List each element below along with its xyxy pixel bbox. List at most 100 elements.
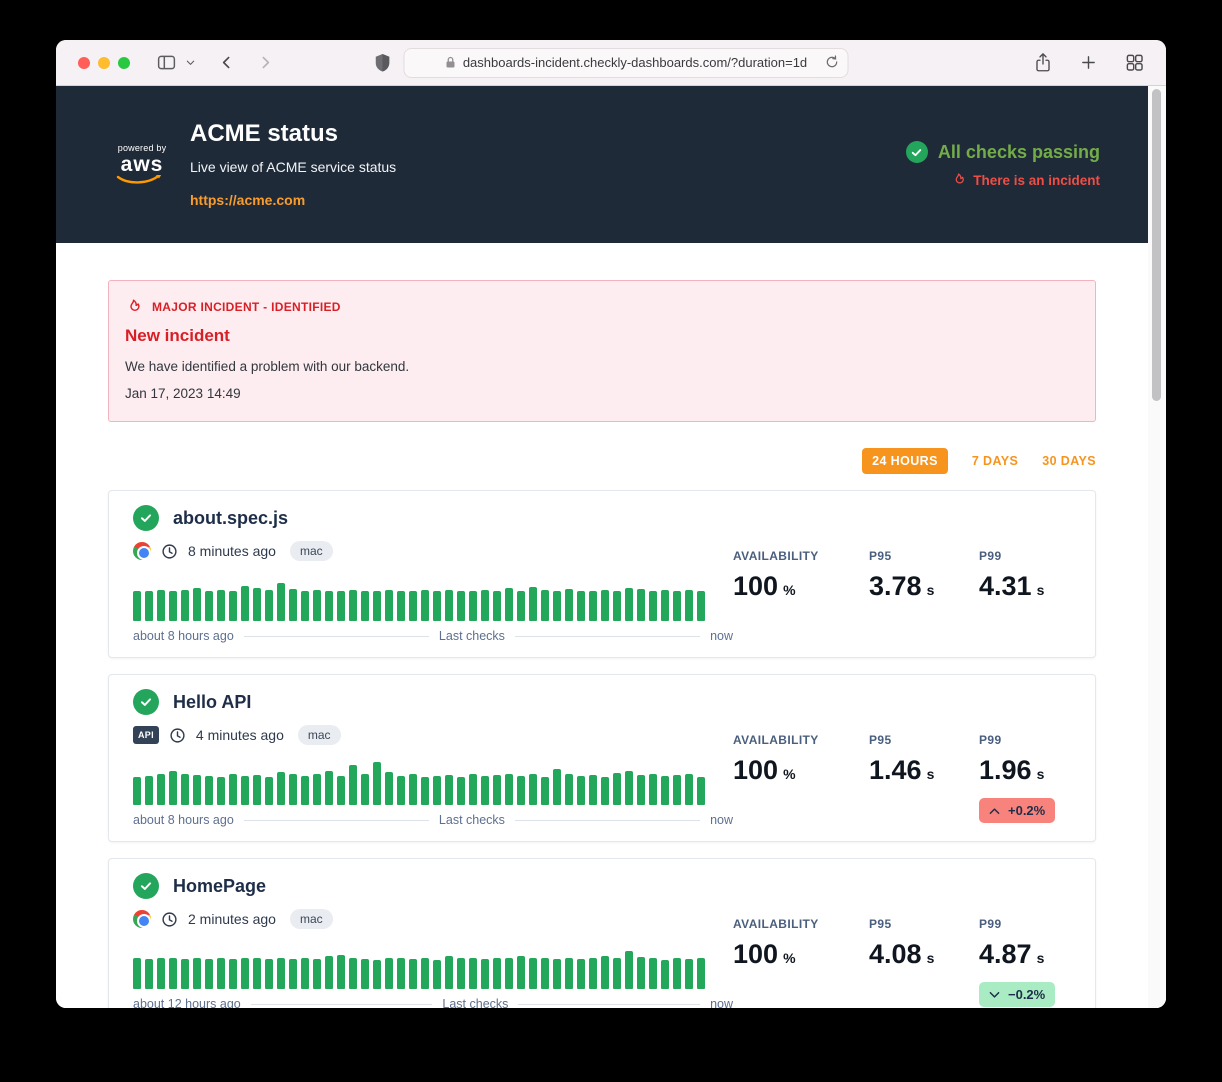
chart-axis: about 12 hours ago Last checks now: [133, 997, 733, 1008]
status-page-header: powered by aws ACME status Live view of …: [56, 86, 1148, 243]
availability-label: AVAILABILITY: [733, 549, 865, 563]
availability-label: AVAILABILITY: [733, 917, 865, 931]
page-title: ACME status: [190, 120, 396, 148]
check-history-bar-chart[interactable]: [133, 575, 733, 621]
back-button-icon[interactable]: [218, 54, 235, 71]
range-24-hours-button[interactable]: 24 HOURS: [862, 448, 948, 474]
tab-overview-icon[interactable]: [1125, 53, 1144, 72]
axis-start-label: about 8 hours ago: [133, 813, 234, 827]
availability-value: 100%: [733, 571, 865, 602]
check-passing-icon: [133, 689, 159, 715]
time-range-selector: 24 HOURS 7 DAYS 30 DAYS: [108, 448, 1096, 474]
last-run-label: 2 minutes ago: [188, 911, 276, 927]
p99-value: 4.31s: [979, 571, 1071, 602]
browser-toolbar: dashboards-incident.checkly-dashboards.c…: [56, 40, 1166, 86]
aws-smile-icon: [116, 175, 162, 186]
aws-logo-brand: aws: [116, 154, 168, 175]
incident-status-label[interactable]: There is an incident: [973, 173, 1100, 188]
window-controls: [78, 57, 130, 69]
check-name: HomePage: [173, 876, 266, 897]
range-7-days-button[interactable]: 7 DAYS: [972, 454, 1018, 468]
site-link[interactable]: https://acme.com: [190, 192, 305, 208]
scrollbar-thumb[interactable]: [1152, 89, 1161, 401]
page-subtitle: Live view of ACME service status: [190, 159, 396, 175]
privacy-shield-icon[interactable]: [374, 53, 392, 73]
axis-mid-label: Last checks: [439, 629, 505, 643]
p95-value: 3.78s: [869, 571, 975, 602]
axis-mid-label: Last checks: [439, 813, 505, 827]
chrome-browser-icon: [133, 542, 151, 560]
axis-start-label: about 8 hours ago: [133, 629, 234, 643]
p99-value: 1.96s: [979, 755, 1071, 786]
axis-start-label: about 12 hours ago: [133, 997, 241, 1008]
browser-window: dashboards-incident.checkly-dashboards.c…: [56, 40, 1166, 1008]
aws-logo-powered-by: powered by: [116, 143, 168, 153]
axis-end-label: now: [710, 629, 733, 643]
p95-value: 4.08s: [869, 939, 975, 970]
url-text: dashboards-incident.checkly-dashboards.c…: [463, 55, 807, 70]
last-run-label: 4 minutes ago: [196, 727, 284, 743]
check-name: Hello API: [173, 692, 251, 713]
incident-timestamp: Jan 17, 2023 14:49: [125, 386, 1079, 401]
chevron-up-icon: [989, 807, 1000, 815]
p99-value: 4.87s: [979, 939, 1071, 970]
location-badge: mac: [290, 909, 333, 929]
minimize-window-button[interactable]: [98, 57, 110, 69]
location-badge: mac: [290, 541, 333, 561]
page-scrollbar[interactable]: [1148, 86, 1166, 1008]
clock-icon: [161, 543, 178, 560]
share-icon[interactable]: [1034, 52, 1052, 73]
chevron-down-icon: [989, 991, 1000, 999]
forward-button-icon[interactable]: [257, 54, 274, 71]
chrome-browser-icon: [133, 910, 151, 928]
availability-label: AVAILABILITY: [733, 733, 865, 747]
zoom-window-button[interactable]: [118, 57, 130, 69]
last-run-label: 8 minutes ago: [188, 543, 276, 559]
p99-label: P99: [979, 549, 1071, 563]
all-passing-label: All checks passing: [938, 142, 1100, 163]
check-card-about-spec-js: about.spec.js 8 minutes ago mac: [108, 490, 1096, 658]
axis-end-label: now: [710, 813, 733, 827]
close-window-button[interactable]: [78, 57, 90, 69]
incident-kicker: MAJOR INCIDENT - IDENTIFIED: [152, 300, 341, 314]
sidebar-toggle-icon[interactable]: [156, 52, 177, 73]
chart-axis: about 8 hours ago Last checks now: [133, 629, 733, 643]
p95-label: P95: [869, 917, 975, 931]
axis-end-label: now: [710, 997, 733, 1008]
incident-title: New incident: [125, 326, 1079, 346]
range-30-days-button[interactable]: 30 DAYS: [1042, 454, 1096, 468]
p99-trend-badge-down: −0.2%: [979, 982, 1055, 1007]
p99-trend-badge-up: +0.2%: [979, 798, 1055, 823]
availability-value: 100%: [733, 939, 865, 970]
p95-label: P95: [869, 733, 975, 747]
check-history-bar-chart[interactable]: [133, 759, 733, 805]
lock-icon: [445, 56, 457, 69]
all-passing-check-icon: [906, 141, 928, 163]
api-type-badge: API: [133, 726, 159, 744]
aws-logo: powered by aws: [116, 143, 168, 186]
check-history-bar-chart[interactable]: [133, 943, 733, 989]
new-tab-icon[interactable]: [1080, 54, 1097, 71]
address-bar[interactable]: dashboards-incident.checkly-dashboards.c…: [404, 48, 849, 78]
check-card-homepage: HomePage 2 minutes ago mac abou: [108, 858, 1096, 1008]
chevron-down-icon[interactable]: [185, 57, 196, 68]
check-card-hello-api: Hello API API 4 minutes ago mac: [108, 674, 1096, 842]
availability-value: 100%: [733, 755, 865, 786]
p99-label: P99: [979, 733, 1071, 747]
chart-axis: about 8 hours ago Last checks now: [133, 813, 733, 827]
check-name: about.spec.js: [173, 508, 288, 529]
incident-banner: MAJOR INCIDENT - IDENTIFIED New incident…: [108, 280, 1096, 422]
clock-icon: [169, 727, 186, 744]
check-passing-icon: [133, 873, 159, 899]
reload-icon[interactable]: [825, 54, 840, 70]
location-badge: mac: [298, 725, 341, 745]
incident-message: We have identified a problem with our ba…: [125, 359, 1079, 374]
p95-value: 1.46s: [869, 755, 975, 786]
clock-icon: [161, 911, 178, 928]
axis-mid-label: Last checks: [442, 997, 508, 1008]
p99-label: P99: [979, 917, 1071, 931]
banner-flame-icon: [125, 298, 142, 316]
p95-label: P95: [869, 549, 975, 563]
check-passing-icon: [133, 505, 159, 531]
incident-flame-icon: [951, 172, 966, 188]
